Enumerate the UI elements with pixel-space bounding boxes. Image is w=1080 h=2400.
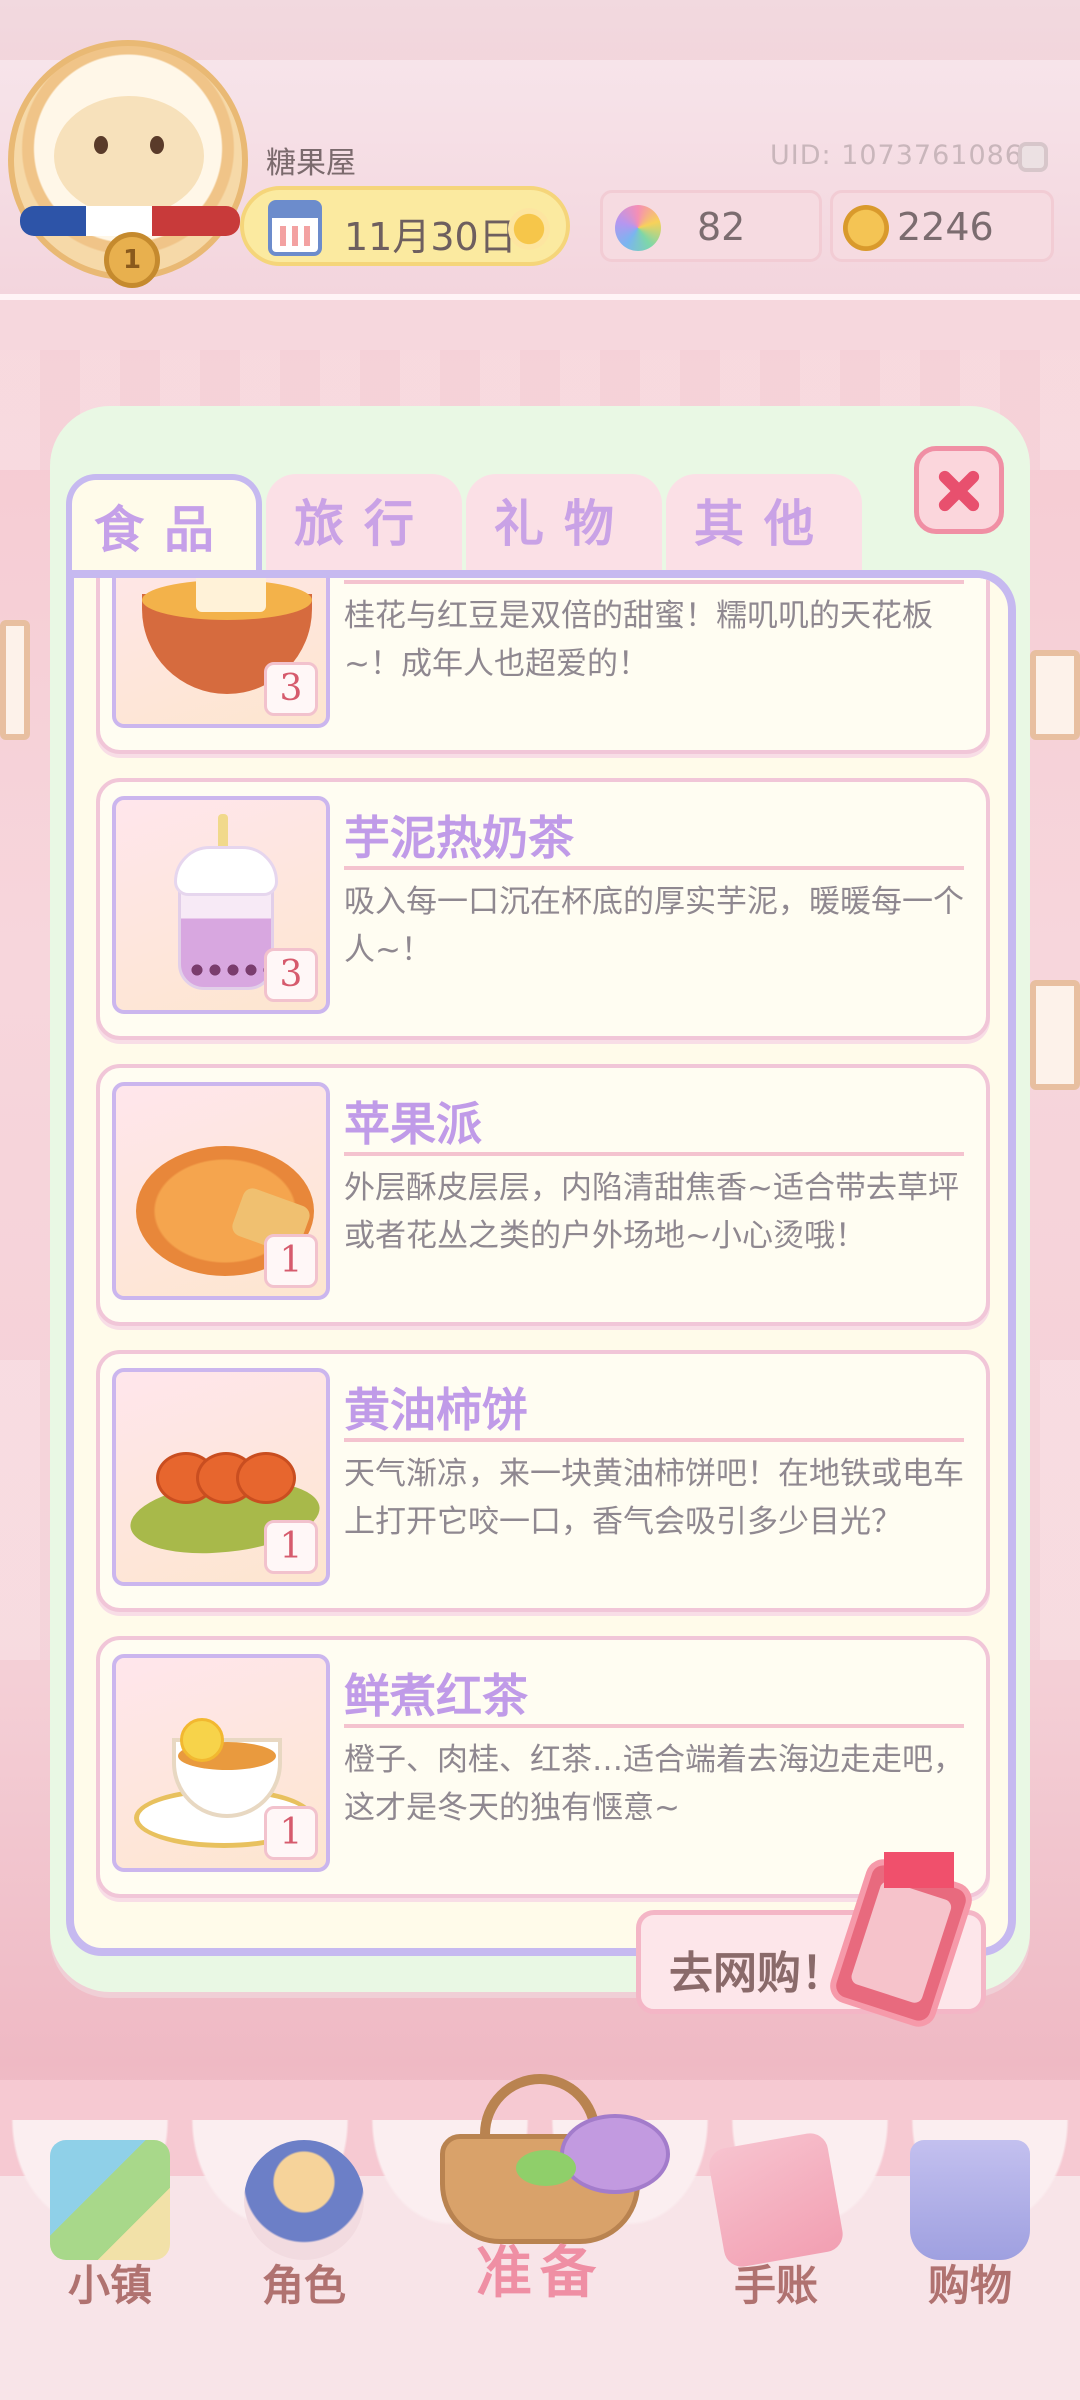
wall-picture-frame [0,620,30,740]
gem-counter[interactable]: 82 [600,190,822,262]
item-title: 苹果派 [344,1097,482,1151]
divider [344,580,964,584]
date-text: 11月30日 [344,215,517,259]
bow-icon [884,1852,954,1888]
item-quantity: 3 [264,948,318,1002]
list-item[interactable]: 1 苹果派 外层酥皮层层，内陷清甜焦香~适合带去草坪或者花丛之类的户外场地~小心… [96,1064,990,1326]
wall-picture-frame [1030,980,1080,1090]
wall-picture-frame [1030,650,1080,740]
coin-counter[interactable]: 2246 [830,190,1054,262]
gem-count: 82 [697,205,746,249]
online-shop-label: 去网购！ [669,1948,845,1999]
black-tea-icon: 1 [112,1654,330,1872]
category-tabs: 食品 旅行 礼物 其他 [66,474,866,584]
list-item[interactable]: 3 芋泥热奶茶 吸入每一口沉在杯底的厚实芋泥，暖暖每一个人~！ [96,778,990,1040]
nav-prepare-label[interactable]: 准备 [440,2228,640,2309]
hamster-face-icon [54,96,204,216]
tab-travel[interactable]: 旅行 [266,474,462,574]
milk-tea-icon: 3 [112,796,330,1014]
medal-badge-icon: 1 [104,232,160,288]
coin-count: 2246 [897,205,994,249]
list-item[interactable]: 3 桂花甜豆腐脑 桂花与红豆是双倍的甜蜜！糯叽叽的天花板~！成年人也超爱的！ [96,578,990,754]
close-button[interactable] [914,446,1004,534]
item-description: 桂花与红豆是双倍的甜蜜！糯叽叽的天花板~！成年人也超爱的！ [344,598,933,682]
list-item[interactable]: 1 鲜煮红茶 橙子、肉桂、红茶…适合端着去海边走走吧，这才是冬天的独有惬意~ [96,1636,990,1898]
tab-other[interactable]: 其他 [666,474,862,574]
item-quantity: 3 [264,662,318,716]
item-title: 鲜煮红茶 [344,1669,528,1723]
item-quantity: 1 [264,1520,318,1574]
apple-pie-icon: 1 [112,1082,330,1300]
shopping-bag-icon [910,2140,1030,2260]
divider [344,1438,964,1442]
item-quantity: 1 [264,1806,318,1860]
tofu-pudding-icon: 3 [112,578,330,728]
nav-town[interactable]: 小镇 [30,2140,190,2320]
divider [344,1152,964,1156]
hat-icon [560,2114,670,2194]
item-description: 橙子、肉桂、红茶…适合端着去海边走走吧，这才是冬天的独有惬意~ [344,1742,964,1826]
nav-character-label: 角色 [261,2261,346,2310]
rainbow-flower-icon [615,205,661,251]
nav-journal-label: 手账 [733,2261,818,2310]
nav-shopping[interactable]: 购物 [890,2140,1050,2320]
divider [344,866,964,870]
tab-gift[interactable]: 礼物 [466,474,662,574]
list-item[interactable]: 1 黄油柿饼 天气渐凉，来一块黄油柿饼吧！在地铁或电车上打开它咬一口，香气会吸引… [96,1350,990,1612]
date-display[interactable]: 11月30日 [240,186,570,266]
player-avatar[interactable]: 1 [8,40,248,288]
sunny-weather-icon [508,208,550,250]
journal-icon [706,2130,846,2270]
copy-uid-icon[interactable] [1018,142,1048,172]
divider [344,1724,964,1728]
shop-name: 糖果屋 [266,146,356,181]
persimmon-cake-icon: 1 [112,1368,330,1586]
calendar-icon [268,200,322,256]
item-description: 外层酥皮层层，内陷清甜焦香~适合带去草坪或者花丛之类的户外场地~小心烫哦！ [344,1170,959,1254]
item-title: 黄油柿饼 [344,1383,528,1437]
decorative-border [0,300,1080,350]
item-quantity: 1 [264,1234,318,1288]
item-title: 芋泥热奶茶 [344,811,574,865]
nav-journal[interactable]: 手账 [696,2130,856,2320]
item-list[interactable]: 3 桂花甜豆腐脑 桂花与红豆是双倍的甜蜜！糯叽叽的天花板~！成年人也超爱的！ 3… [66,570,1016,1956]
item-description: 吸入每一口沉在杯底的厚实芋泥，暖暖每一个人~！ [344,884,964,968]
character-icon [244,2140,364,2260]
map-icon [50,2140,170,2260]
nav-shopping-label: 购物 [927,2261,1012,2310]
tab-food[interactable]: 食品 [66,474,262,584]
basket-icon[interactable] [420,2074,670,2254]
nav-character[interactable]: 角色 [224,2140,384,2320]
item-description: 天气渐凉，来一块黄油柿饼吧！在地铁或电车上打开它咬一口，香气会吸引多少目光？ [344,1456,964,1540]
nav-town-label: 小镇 [67,2261,152,2310]
uid-label: UID: 1073761086 [770,140,1023,171]
coin-icon [843,205,889,251]
